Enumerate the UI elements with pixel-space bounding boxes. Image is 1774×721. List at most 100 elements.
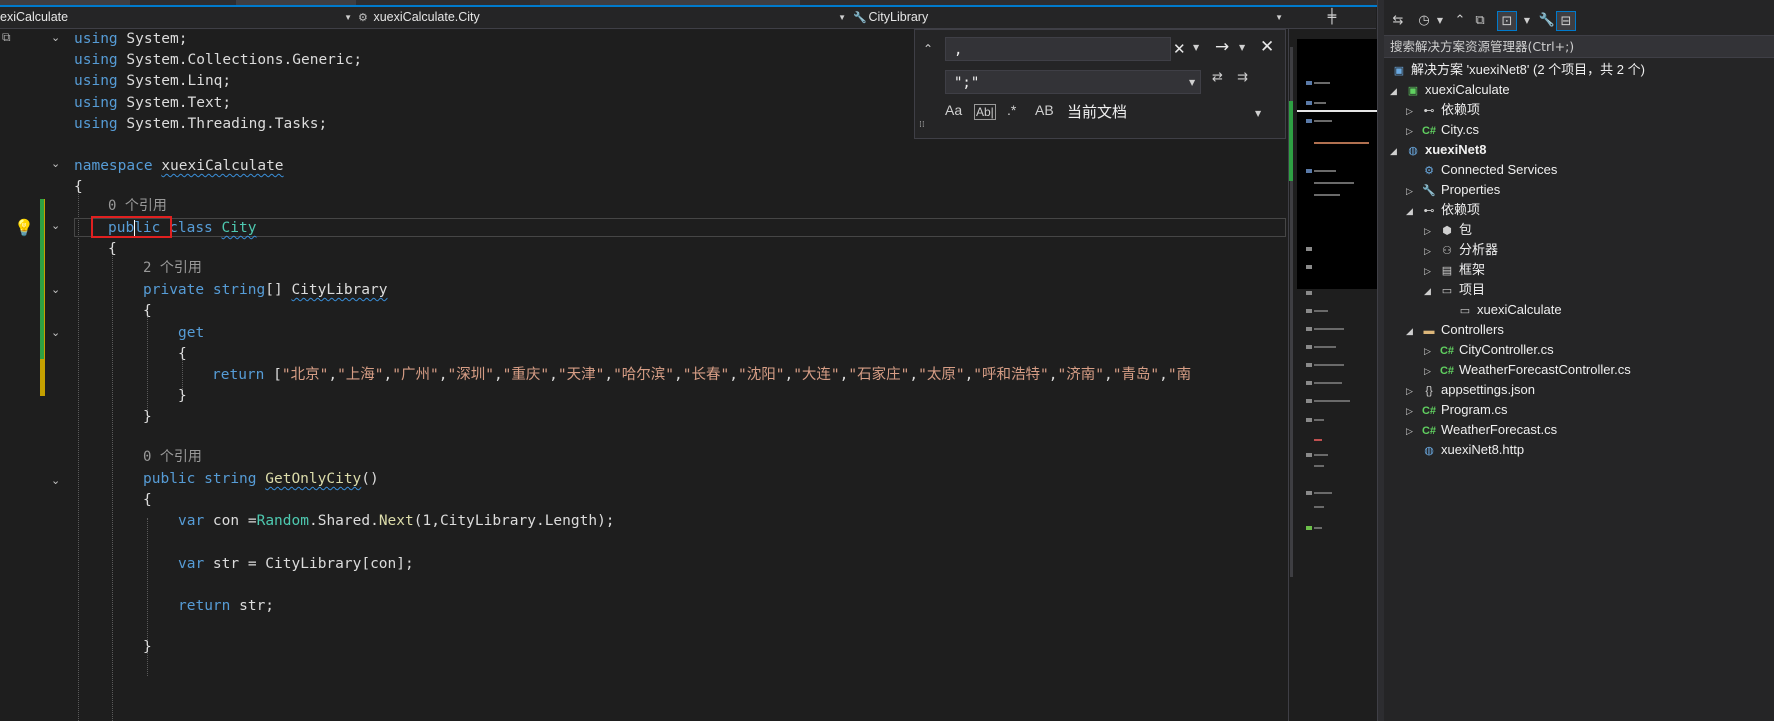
type-selector[interactable]: ⚙ xuexiCalculate.City ▼ <box>358 7 848 28</box>
string-literal: "太原" <box>918 367 965 383</box>
minimap[interactable] <box>1288 29 1378 721</box>
tree-item[interactable]: ◢ ◍ xuexiNet8 <box>1390 140 1486 160</box>
preserve-case-toggle[interactable]: AB <box>1035 102 1054 118</box>
tree-item[interactable]: ▷ C# Program.cs <box>1406 400 1507 420</box>
solution-search-input[interactable]: 搜索解决方案资源管理器(Ctrl+;) <box>1384 36 1774 58</box>
collapse-all-icon[interactable]: ⌃ <box>1450 11 1470 31</box>
expand-arrow-icon[interactable]: ▷ <box>1406 381 1420 401</box>
minimap-viewport[interactable] <box>1297 39 1377 289</box>
find-options-dropdown[interactable]: ▼ <box>1239 43 1245 52</box>
match-case-toggle[interactable]: Aa <box>945 102 962 118</box>
codelens-references[interactable]: 2 个引用 <box>143 258 202 278</box>
tree-item[interactable]: ▷ ▤ 框架 <box>1424 260 1485 280</box>
fold-toggle[interactable]: ⌄ <box>51 474 60 487</box>
expand-arrow-icon[interactable]: ▷ <box>1406 121 1420 141</box>
collapse-arrow-icon[interactable]: ◢ <box>1406 201 1420 221</box>
preview-selected-items-icon[interactable]: ⊟ <box>1556 11 1576 31</box>
tree-item[interactable]: ▷ C# CityController.cs <box>1424 340 1554 360</box>
code-line: { <box>143 303 152 319</box>
expand-arrow-icon[interactable]: ▷ <box>1406 101 1420 121</box>
expand-arrow-icon[interactable]: ▷ <box>1424 241 1438 261</box>
navigation-bar: exiCalculate ▼ ⚙ xuexiCalculate.City ▼ 🔧… <box>0 7 1288 29</box>
tree-item[interactable]: ▷ ⊷ 依赖项 <box>1406 100 1480 120</box>
fold-toggle[interactable]: ⌄ <box>51 326 60 339</box>
fold-toggle[interactable]: ⌄ <box>51 157 60 170</box>
code-line: using System.Collections.Generic; <box>74 52 363 68</box>
show-all-files-icon[interactable]: ⧉ <box>1470 11 1490 31</box>
replace-next-icon[interactable]: ⇄ <box>1212 70 1232 92</box>
dependencies-icon: ⊷ <box>1423 205 1435 217</box>
member-selector[interactable]: 🔧 CityLibrary ▼ <box>853 7 1285 28</box>
codelens-references[interactable]: 0 个引用 <box>108 196 167 216</box>
csharp-file-icon: C# <box>1439 365 1455 377</box>
tree-item[interactable]: ▷{} appsettings.json <box>1406 380 1535 400</box>
code-line: private string[] CityLibrary <box>143 282 388 298</box>
highlight-annotation-box <box>91 216 172 238</box>
search-history-dropdown[interactable]: ▼ <box>1193 43 1199 52</box>
lightbulb-icon[interactable]: 💡 <box>14 218 34 237</box>
replace-input[interactable]: ";" <box>945 70 1201 94</box>
string-literal: "北京" <box>281 367 329 383</box>
class-icon: ⚙ <box>358 12 368 24</box>
solution-explorer-toolbar: ⇆ ◷ ▼ ⌃ ⧉ ⊡ ▼ 🔧 ⊟ <box>1384 7 1774 36</box>
wrench-icon[interactable]: 🔧 <box>1537 11 1557 31</box>
expand-arrow-icon[interactable]: ▷ <box>1424 261 1438 281</box>
folder-icon: ▬ <box>1423 325 1435 337</box>
split-editor-icon: ╪ <box>1327 9 1337 25</box>
scope-dropdown-icon[interactable]: ▼ <box>1255 109 1261 118</box>
back-forward-icon[interactable]: ⇆ <box>1388 11 1408 31</box>
code-line: } <box>143 639 152 655</box>
collapse-arrow-icon[interactable]: ◢ <box>1390 141 1404 161</box>
search-scope-select[interactable]: 当前文档 <box>1067 101 1127 122</box>
tree-item[interactable]: ▷ C# WeatherForecast.cs <box>1406 420 1557 440</box>
replace-history-dropdown[interactable]: ▼ <box>1189 78 1195 87</box>
collapse-arrow-icon[interactable]: ◢ <box>1406 321 1420 341</box>
replace-all-icon[interactable]: ⇉ <box>1237 70 1257 92</box>
expand-arrow-icon[interactable]: ▷ <box>1406 401 1420 421</box>
tree-item[interactable]: ▷ C# WeatherForecastController.cs <box>1424 360 1631 380</box>
tree-item[interactable]: ▷ ⚇ 分析器 <box>1424 240 1498 260</box>
chevron-down-icon: ▼ <box>838 13 846 22</box>
collapse-arrow-icon[interactable]: ◢ <box>1424 281 1438 301</box>
tree-item[interactable]: ◢ ▬ Controllers <box>1406 320 1504 340</box>
indent-guide <box>112 245 113 721</box>
chevron-down-icon[interactable]: ▼ <box>1517 11 1537 31</box>
collapse-replace-toggle[interactable]: ⌃ <box>923 42 933 56</box>
find-input[interactable]: , <box>945 37 1171 61</box>
expand-arrow-icon[interactable]: ▷ <box>1424 341 1438 361</box>
expand-arrow-icon[interactable]: ▷ <box>1424 221 1438 241</box>
tree-item[interactable]: ◢ ▭ 项目 <box>1424 280 1485 300</box>
regex-toggle[interactable]: .* <box>1007 102 1016 118</box>
file-marker-icon: ⧉ <box>2 30 11 44</box>
tree-item[interactable]: ▷ 🔧 Properties <box>1406 180 1500 200</box>
member-selector-label: CityLibrary <box>868 10 929 24</box>
whole-word-toggle[interactable]: Ab| <box>974 104 996 120</box>
tree-item[interactable]: ◢ ▣ xuexiCalculate <box>1390 80 1510 100</box>
find-next-icon[interactable]: → <box>1215 37 1229 57</box>
codelens-references[interactable]: 0 个引用 <box>143 447 202 467</box>
clear-search-icon[interactable]: ✕ <box>1173 40 1186 58</box>
sync-with-active-document-icon[interactable]: ⊡ <box>1497 11 1517 31</box>
expand-arrow-icon[interactable]: ▷ <box>1406 181 1420 201</box>
split-editor-button[interactable]: ╪ <box>1288 7 1376 29</box>
expand-arrow-icon[interactable]: ▷ <box>1424 361 1438 381</box>
collapse-arrow-icon[interactable]: ◢ <box>1390 81 1404 101</box>
indent-guide <box>78 189 79 721</box>
resize-grip-icon[interactable]: ⁞⁞ <box>919 120 925 130</box>
fold-toggle[interactable]: ⌄ <box>51 31 60 44</box>
chevron-down-icon: ▼ <box>344 13 352 22</box>
fold-toggle[interactable]: ⌄ <box>51 219 60 232</box>
tree-item[interactable]: ▷ C# City.cs <box>1406 120 1479 140</box>
tree-item[interactable]: ▷ ⬢ 包 <box>1424 220 1472 240</box>
tree-item[interactable]: ⚙ Connected Services <box>1406 160 1557 180</box>
expand-arrow-icon[interactable]: ▷ <box>1406 421 1420 441</box>
json-file-icon: {} <box>1425 385 1433 397</box>
close-find-icon[interactable]: ✕ <box>1260 37 1274 57</box>
tree-item[interactable]: ▭ xuexiCalculate <box>1456 300 1562 320</box>
tree-item[interactable]: ◢ ⊷ 依赖项 <box>1406 200 1480 220</box>
chevron-down-icon[interactable]: ▼ <box>1430 11 1450 31</box>
project-selector[interactable]: exiCalculate ▼ <box>0 7 354 28</box>
fold-toggle[interactable]: ⌄ <box>51 283 60 296</box>
tree-item[interactable]: ◍ xuexiNet8.http <box>1406 440 1524 460</box>
tree-item-solution[interactable]: ▣ 解决方案 'xuexiNet8' (2 个项目，共 2 个) <box>1390 60 1645 80</box>
